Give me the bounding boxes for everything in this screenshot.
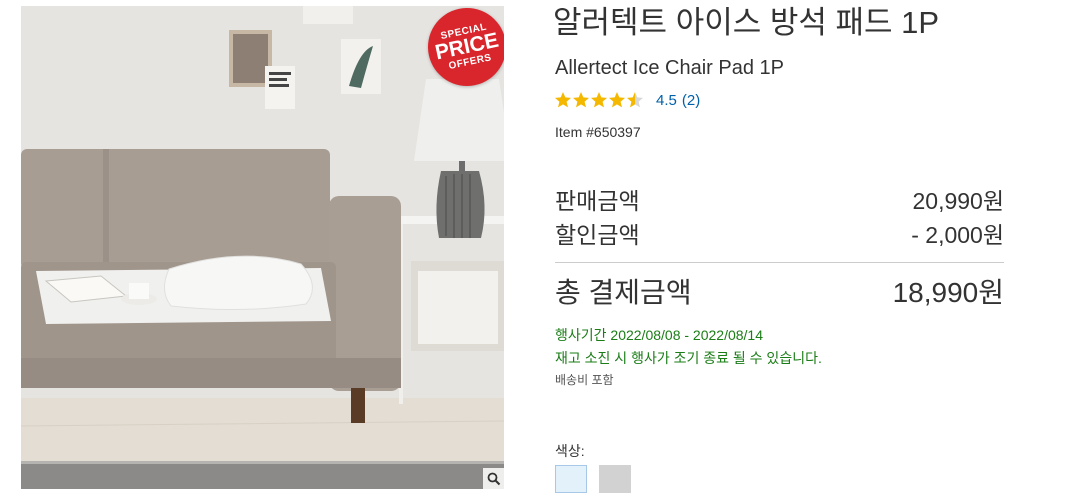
- star-icon: [627, 92, 643, 108]
- discount-row: 할인금액 - 2,000원: [555, 218, 1004, 252]
- star-icon: [591, 92, 607, 108]
- star-icon: [609, 92, 625, 108]
- sale-price-value: 20,990원: [912, 188, 1004, 214]
- sale-price-row: 판매금액 20,990원: [555, 184, 1004, 218]
- promotion-note: 재고 소진 시 행사가 조기 종료 될 수 있습니다.: [555, 350, 822, 366]
- discount-value: - 2,000원: [911, 222, 1004, 248]
- promotion-period: 행사기간 2022/08/08 - 2022/08/14: [555, 327, 763, 343]
- rating[interactable]: 4.5 (2): [554, 90, 700, 110]
- shipping-note: 배송비 포함: [555, 373, 614, 387]
- zoom-button[interactable]: [483, 468, 504, 489]
- price-divider: [555, 262, 1004, 263]
- star-icon: [573, 92, 589, 108]
- star-icon: [555, 92, 571, 108]
- product-page: SPECIAL PRICE OFFERS 알러텍트 아이스 방석 패드 1P A…: [0, 0, 1069, 493]
- sofa-photo: [21, 6, 504, 489]
- sale-price-label: 판매금액: [555, 188, 640, 214]
- color-swatch-light-blue[interactable]: [555, 465, 587, 493]
- product-image[interactable]: SPECIAL PRICE OFFERS: [21, 6, 504, 489]
- color-option-label: 색상:: [555, 443, 585, 459]
- price-summary: 판매금액 20,990원 할인금액 - 2,000원 총 결제금액 18,990…: [555, 184, 1004, 313]
- item-number: Item #650397: [555, 124, 641, 140]
- rating-value-link[interactable]: 4.5: [656, 92, 677, 109]
- color-swatches: [555, 465, 643, 493]
- total-price-row: 총 결제금액 18,990원: [555, 273, 1004, 313]
- product-title-en: Allertect Ice Chair Pad 1P: [555, 57, 784, 79]
- discount-label: 할인금액: [555, 222, 640, 248]
- color-swatch-gray[interactable]: [599, 465, 631, 493]
- star-rating: [554, 91, 644, 109]
- total-price-value: 18,990원: [892, 277, 1004, 308]
- rating-count-link[interactable]: (2): [682, 92, 700, 109]
- total-price-label: 총 결제금액: [555, 277, 692, 308]
- product-title-ko: 알러텍트 아이스 방석 패드 1P: [553, 5, 940, 40]
- magnifier-icon: [487, 472, 500, 485]
